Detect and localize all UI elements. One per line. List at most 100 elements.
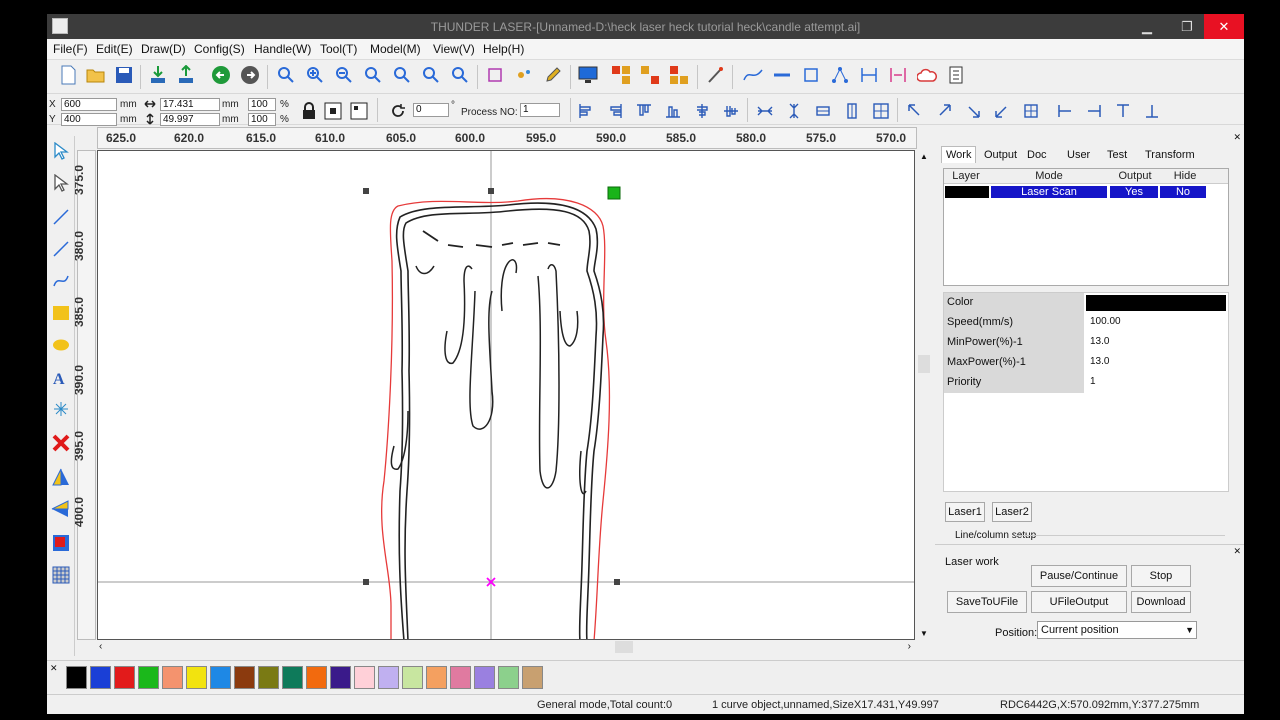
tab-output[interactable]: Output [984, 149, 1017, 161]
tree-icon[interactable] [829, 63, 851, 87]
scroll-thumb[interactable] [615, 641, 633, 653]
color-swatch[interactable] [258, 666, 279, 689]
align-bottom-icon[interactable] [662, 99, 684, 123]
align-center-h-icon[interactable] [691, 99, 713, 123]
tab-test[interactable]: Test [1107, 149, 1127, 161]
ellipse-tool-icon[interactable] [50, 334, 72, 356]
menu-edit[interactable]: Edit(E) [96, 42, 133, 56]
align-left-icon[interactable] [575, 99, 597, 123]
page-center-icon[interactable] [870, 99, 892, 123]
bottom-left-corner-icon[interactable] [991, 99, 1013, 123]
array-copy-icon[interactable] [639, 63, 661, 87]
zoom-icon[interactable] [275, 63, 297, 87]
color-swatch[interactable] [330, 666, 351, 689]
align-gap-icon[interactable] [887, 63, 909, 87]
dot-tool-icon[interactable] [50, 398, 72, 420]
save-to-ufile-button[interactable]: SaveToUFile [947, 591, 1027, 613]
save-icon[interactable] [113, 63, 135, 87]
menu-config[interactable]: Config(S) [194, 42, 245, 56]
align-center-v-icon[interactable] [720, 99, 742, 123]
maximize-button[interactable]: ❐ [1172, 14, 1202, 39]
drawing-canvas[interactable] [97, 150, 915, 640]
top-right-corner-icon[interactable] [933, 99, 955, 123]
smooth-curve-icon[interactable] [742, 63, 764, 87]
zoom-select-icon[interactable] [420, 63, 442, 87]
right-edge-icon[interactable] [1083, 99, 1105, 123]
menu-tool[interactable]: Tool(T) [320, 42, 357, 56]
mirror-vertical-icon[interactable] [50, 498, 72, 520]
color-swatch[interactable] [138, 666, 159, 689]
palette-close-icon[interactable]: ✕ [50, 663, 58, 674]
color-swatch[interactable] [66, 666, 87, 689]
x-position-input[interactable]: 600 [61, 98, 117, 111]
scroll-up-icon[interactable]: ▲ [920, 152, 928, 161]
pause-continue-button[interactable]: Pause/Continue [1031, 565, 1127, 587]
distribute-icon[interactable] [841, 99, 863, 123]
select-rect-icon[interactable] [484, 63, 506, 87]
min-power-prop-value[interactable]: 13.0 [1086, 333, 1228, 353]
canvas-vertical-scrollbar[interactable]: ▲ ▼ [917, 150, 931, 640]
scale-height-input[interactable]: 100 [248, 113, 276, 126]
color-swatch[interactable] [474, 666, 495, 689]
zoom-all-icon[interactable] [449, 63, 471, 87]
zoom-out-icon[interactable] [333, 63, 355, 87]
color-swatch[interactable] [90, 666, 111, 689]
color-swatch[interactable] [426, 666, 447, 689]
new-file-icon[interactable] [57, 63, 79, 87]
rotate-angle-input[interactable]: 0 [413, 103, 449, 117]
color-swatch[interactable] [402, 666, 423, 689]
text-tool-icon[interactable]: A [50, 366, 72, 388]
node-select-icon[interactable] [50, 172, 72, 194]
color-swatch[interactable] [378, 666, 399, 689]
line-tool-icon[interactable] [50, 206, 72, 228]
rectangle-shape-icon[interactable] [800, 63, 822, 87]
wand-icon[interactable] [704, 63, 726, 87]
layer-hide-cell[interactable]: No [1160, 186, 1206, 198]
layer-color-swatch[interactable] [945, 186, 989, 198]
tab-user[interactable]: User [1067, 149, 1090, 161]
menu-draw[interactable]: Draw(D) [141, 42, 186, 56]
grid-array-icon[interactable] [50, 564, 72, 586]
position-select[interactable]: Current position ▼ [1037, 621, 1197, 639]
color-swatch[interactable] [234, 666, 255, 689]
monitor-icon[interactable] [577, 63, 599, 87]
scroll-left-icon[interactable]: ‹ [99, 641, 102, 652]
close-button[interactable]: ✕ [1204, 14, 1244, 39]
redo-icon[interactable] [239, 63, 261, 87]
same-height-icon[interactable] [783, 99, 805, 123]
color-prop-swatch[interactable] [1086, 295, 1226, 311]
pen-edit-icon[interactable] [542, 63, 564, 87]
color-swatch[interactable] [450, 666, 471, 689]
scale-width-input[interactable]: 100 [248, 98, 276, 111]
undo-icon[interactable] [210, 63, 232, 87]
layer-mode-cell[interactable]: Laser Scan [991, 186, 1107, 198]
tab-transform[interactable]: Transform [1145, 149, 1195, 161]
tab-work[interactable]: Work [941, 146, 977, 163]
top-edge-icon[interactable] [1112, 99, 1134, 123]
minimize-button[interactable]: ▁ [1132, 14, 1162, 39]
top-left-corner-icon[interactable] [904, 99, 926, 123]
polyline-tool-icon[interactable] [50, 238, 72, 260]
color-swatch[interactable] [522, 666, 543, 689]
node-edit-icon[interactable] [513, 63, 535, 87]
menu-model[interactable]: Model(M) [370, 42, 421, 56]
canvas-horizontal-scrollbar[interactable]: ‹ › [97, 640, 917, 654]
delete-icon[interactable] [50, 432, 72, 454]
color-swatch[interactable] [306, 666, 327, 689]
tab-doc[interactable]: Doc [1027, 149, 1047, 161]
color-swatch[interactable] [210, 666, 231, 689]
import-icon[interactable] [147, 63, 169, 87]
menu-help[interactable]: Help(H) [483, 42, 524, 56]
layer-output-cell[interactable]: Yes [1110, 186, 1158, 198]
laser1-tab[interactable]: Laser1 [945, 502, 985, 522]
ufile-output-button[interactable]: UFileOutput [1031, 591, 1127, 613]
bottom-edge-icon[interactable] [1141, 99, 1163, 123]
open-folder-icon[interactable] [85, 63, 107, 87]
color-swatch[interactable] [282, 666, 303, 689]
scroll-right-icon[interactable]: › [908, 641, 911, 652]
align-width-icon[interactable] [858, 63, 880, 87]
align-right-icon[interactable] [604, 99, 626, 123]
select-arrow-icon[interactable] [50, 140, 72, 162]
center-object-icon[interactable] [322, 99, 344, 123]
align-top-icon[interactable] [633, 99, 655, 123]
